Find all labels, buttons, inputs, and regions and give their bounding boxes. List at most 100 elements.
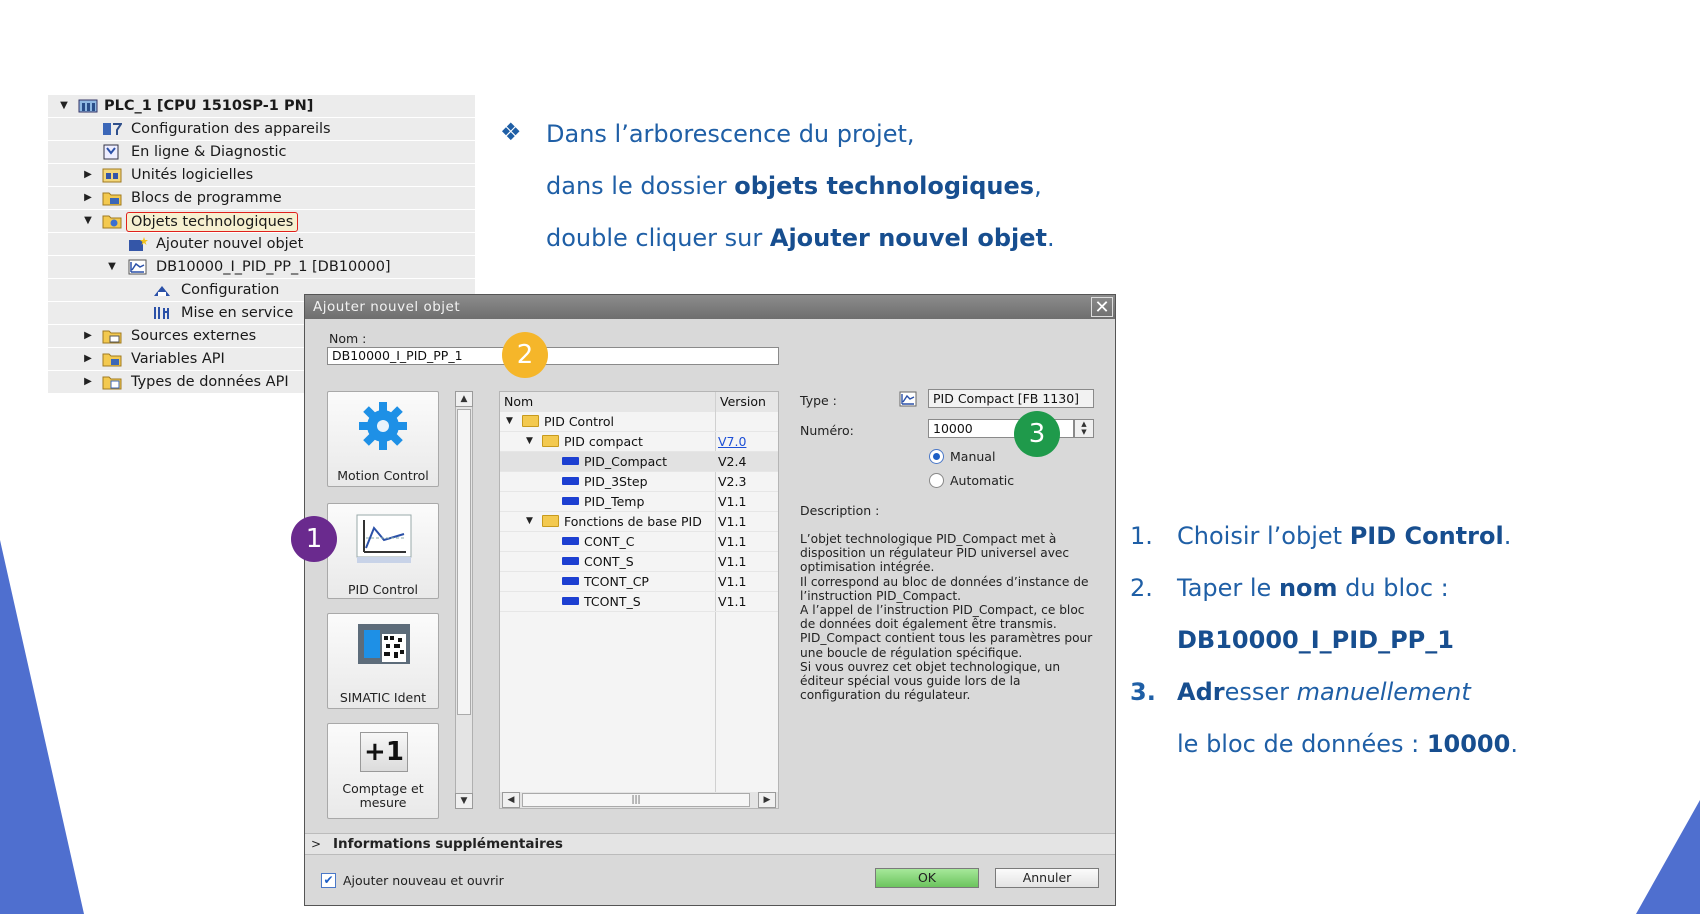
folder-icon	[102, 353, 122, 367]
version-link[interactable]: V7.0	[718, 433, 746, 450]
expand-arrow-icon[interactable]: ▶	[82, 187, 94, 209]
scrollbar-thumb[interactable]	[457, 409, 471, 715]
software-units-icon	[102, 168, 122, 183]
type-label: Type :	[800, 393, 837, 408]
scroll-up-icon[interactable]: ▲	[455, 391, 473, 407]
grid-row-selected[interactable]: PID_Compact V2.4	[500, 452, 778, 472]
grid-row-name: PID compact	[564, 434, 643, 449]
step-bold: Adr	[1177, 678, 1225, 706]
scroll-left-icon[interactable]: ◀	[502, 792, 520, 808]
expand-arrow-icon[interactable]: ▶	[82, 371, 94, 393]
collapse-arrow-icon[interactable]: ▼	[526, 513, 533, 530]
radio-automatic-label: Automatic	[950, 473, 1015, 488]
close-icon[interactable]: ✕	[1091, 297, 1113, 318]
description-paragraph: L’objet technologique PID_Compact met à …	[800, 532, 1070, 575]
instruction-text: double cliquer sur	[546, 224, 770, 252]
tree-item-add-new-object[interactable]: Ajouter nouvel objet	[48, 233, 475, 256]
description-paragraph: Il correspond au bloc de données d’insta…	[800, 574, 1089, 603]
grid-row-name: CONT_C	[584, 534, 635, 549]
config-icon	[154, 286, 170, 296]
instruction-bold: objets technologiques	[734, 172, 1035, 200]
radio-manual-label: Manual	[950, 449, 996, 464]
grid-row-tcont-cp[interactable]: TCONT_CP V1.1	[500, 572, 778, 592]
scroll-down-icon[interactable]: ▼	[455, 793, 473, 809]
tree-item-program-blocks[interactable]: ▶ Blocs de programme	[48, 187, 475, 210]
tree-item-device-config[interactable]: Configuration des appareils	[48, 118, 475, 141]
grid-row-name: CONT_S	[584, 554, 634, 569]
left-corner-decoration	[0, 540, 84, 914]
instruction-line-2: dans le dossier objets technologiques,	[546, 172, 1042, 200]
name-label: Nom :	[329, 331, 367, 346]
folder-icon	[542, 435, 559, 447]
grid-row-pid-temp[interactable]: PID_Temp V1.1	[500, 492, 778, 512]
tree-item-label: Ajouter nouvel objet	[156, 236, 304, 252]
grid-row-cont-c[interactable]: CONT_C V1.1	[500, 532, 778, 552]
function-block-icon	[562, 537, 579, 545]
grid-row-name: TCONT_S	[584, 594, 641, 609]
pid-chart-icon	[356, 514, 412, 563]
function-block-icon	[562, 477, 579, 485]
grid-row-name: PID Control	[544, 414, 615, 429]
step-number: 3.	[1130, 678, 1156, 706]
function-block-icon	[562, 577, 579, 585]
expand-arrow-icon[interactable]: ▶	[82, 348, 94, 370]
radio-automatic[interactable]	[929, 473, 944, 488]
tree-item-technology-objects[interactable]: ▼ Objets technologiques	[48, 210, 475, 233]
instruction-line-3: double cliquer sur Ajouter nouvel objet.	[546, 224, 1055, 252]
step-bold: nom	[1278, 574, 1338, 602]
radio-manual[interactable]	[929, 449, 944, 464]
right-corner-decoration	[1636, 800, 1700, 914]
cancel-button[interactable]: Annuler	[995, 868, 1099, 888]
expand-arrow-icon[interactable]: ▼	[82, 210, 94, 232]
grid-row-pid-3step[interactable]: PID_3Step V2.3	[500, 472, 778, 492]
grid-row-pid-control[interactable]: ▼ PID Control	[500, 412, 778, 432]
function-block-icon	[562, 597, 579, 605]
grid-row-pid-compact[interactable]: ▼ PID compact V7.0	[500, 432, 778, 452]
collapse-arrow-icon[interactable]: ▼	[506, 413, 513, 430]
grid-row-cont-s[interactable]: CONT_S V1.1	[500, 552, 778, 572]
step-text: le bloc de données :	[1177, 730, 1427, 758]
ok-button[interactable]: OK	[875, 868, 979, 888]
grid-row-version: V1.1	[718, 594, 747, 609]
category-counting-measuring[interactable]: +1 Comptage et mesure	[327, 723, 439, 819]
step-text: du bloc :	[1337, 574, 1449, 602]
tree-item-label: Unités logicielles	[131, 167, 254, 183]
category-simatic-ident[interactable]: SIMATIC Ident	[327, 613, 439, 709]
category-motion-control[interactable]: Motion Control	[327, 391, 439, 487]
badge-step-2: 2	[502, 332, 548, 378]
tree-item-plc[interactable]: ▼ PLC_1 [CPU 1510SP-1 PN]	[48, 95, 475, 118]
folder-icon	[522, 415, 539, 427]
tree-item-software-units[interactable]: ▶ Unités logicielles	[48, 164, 475, 187]
add-open-checkbox[interactable]: ✔	[321, 873, 336, 888]
scroll-right-icon[interactable]: ▶	[758, 792, 776, 808]
expand-arrow-icon[interactable]: ▼	[58, 95, 70, 117]
grid-row-basic-functions[interactable]: ▼ Fonctions de base PID V1.1	[500, 512, 778, 532]
tree-item-label: DB10000_I_PID_PP_1 [DB10000]	[156, 259, 391, 275]
description-text: L’objet technologique PID_Compact met à …	[800, 532, 1095, 702]
expand-arrow-icon[interactable]: >	[311, 834, 321, 854]
tree-item-online-diagnostic[interactable]: En ligne & Diagnostic	[48, 141, 475, 164]
expand-arrow-icon[interactable]: ▼	[106, 256, 118, 278]
name-input[interactable]: DB10000_I_PID_PP_1	[327, 347, 779, 365]
step-bold: 10000	[1426, 730, 1511, 758]
collapse-arrow-icon[interactable]: ▼	[526, 433, 533, 450]
hscroll-thumb[interactable]: |||	[522, 793, 750, 807]
folder-icon	[102, 215, 122, 229]
expand-arrow-icon[interactable]: ▶	[82, 325, 94, 347]
tree-item-label: Configuration	[181, 282, 280, 298]
step-3: Adresser manuellement	[1177, 678, 1471, 706]
function-block-icon	[562, 457, 579, 465]
expand-arrow-icon[interactable]: ▶	[82, 164, 94, 186]
description-label: Description :	[800, 503, 880, 518]
category-pid-control[interactable]: PID Control	[327, 503, 439, 599]
instruction-bold: Ajouter nouvel objet	[769, 224, 1047, 252]
plc-icon	[78, 99, 98, 113]
number-spinner[interactable]: ▲ ▼	[1074, 419, 1094, 438]
grid-row-name: PID_Temp	[584, 494, 645, 509]
grid-row-version: V1.1	[718, 574, 747, 589]
grid-row-tcont-s[interactable]: TCONT_S V1.1	[500, 592, 778, 612]
more-info-bar[interactable]: > Informations supplémentaires	[305, 833, 1115, 855]
tree-item-db10000[interactable]: ▼ DB10000_I_PID_PP_1 [DB10000]	[48, 256, 475, 279]
step-number: 1.	[1130, 522, 1153, 550]
counter-icon: +1	[360, 732, 408, 772]
